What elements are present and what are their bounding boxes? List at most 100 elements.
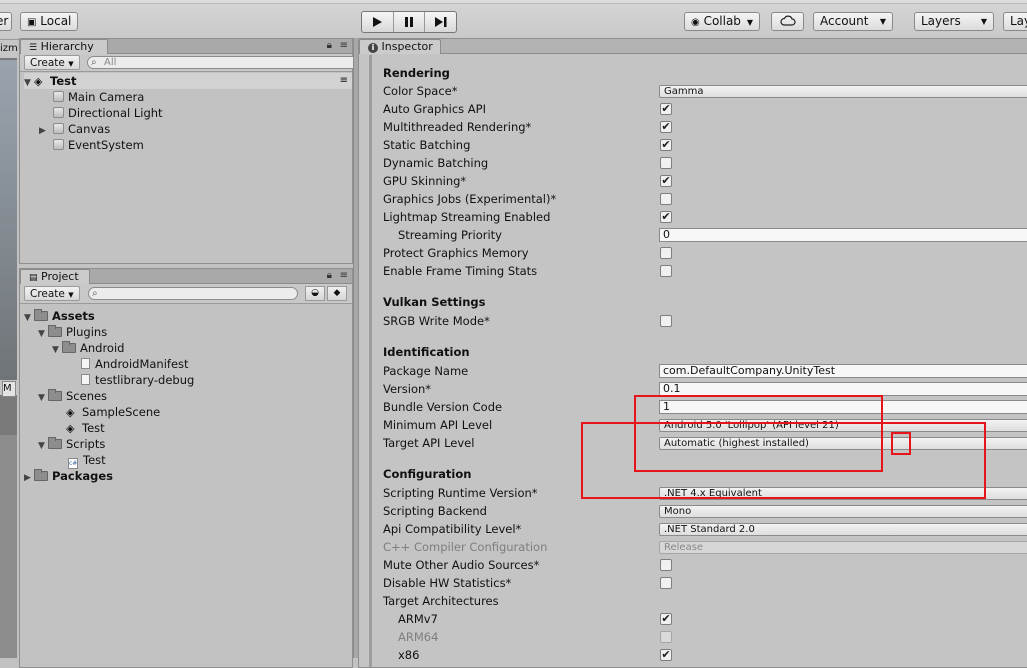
lightmap-streaming-label: Lightmap Streaming Enabled <box>383 210 551 224</box>
hierarchy-search-input[interactable]: ⌕ All <box>87 56 374 69</box>
tree-item-directional-light[interactable]: Directional Light <box>53 105 163 121</box>
cloud-button[interactable] <box>771 12 804 31</box>
dynamic-batching-label: Dynamic Batching <box>383 156 489 170</box>
gpu-skinning-checkbox[interactable]: ✔ <box>660 175 672 187</box>
pause-button[interactable] <box>394 12 426 32</box>
scene-row[interactable]: ▼ ◈ Test ≡ <box>24 73 352 89</box>
panel-menu-icon[interactable]: ≡ <box>340 40 348 51</box>
hierarchy-panel: ☰ Hierarchy 🔒︎ ≡ Create ▼ ⌕ All ▼ ◈ Test ≡… <box>19 38 374 264</box>
streaming-priority-value: 0 <box>663 228 670 241</box>
project-create-button[interactable]: Create ▼ <box>24 286 80 301</box>
checkmark-icon: ✔ <box>661 612 671 625</box>
collapsed-triangle-icon[interactable]: ▶ <box>24 470 34 486</box>
tab-inspector[interactable]: i Inspector <box>359 39 441 54</box>
disable-hw-stats-checkbox[interactable] <box>660 577 672 589</box>
tree-item-eventsystem[interactable]: EventSystem <box>53 137 144 153</box>
layers-dropdown[interactable]: Layers ▼ <box>914 12 994 31</box>
account-dropdown[interactable]: Account ▼ <box>813 12 893 31</box>
tree-item-test-scene[interactable]: ◈ Test <box>66 420 105 436</box>
chevron-down-icon: ▼ <box>980 17 987 26</box>
package-name-field[interactable]: com.DefaultCompany.UnityTest <box>659 364 1027 378</box>
scene-menu-icon[interactable]: ≡ <box>340 73 348 89</box>
tree-item-canvas[interactable]: ▶ Canvas <box>39 121 110 137</box>
tree-item-scripts[interactable]: ▼ Scripts <box>38 436 105 452</box>
cloud-icon <box>779 15 796 26</box>
collab-button[interactable]: ◉ Collab ▼ <box>684 12 761 31</box>
filter-by-label-button[interactable]: ◆ <box>327 286 347 301</box>
unity-scene-icon: ◈ <box>66 406 75 419</box>
checkmark-icon: ✔ <box>661 120 671 133</box>
hierarchy-create-button[interactable]: Create ▼ <box>24 55 80 70</box>
color-space-dropdown[interactable]: Gamma <box>659 85 1027 98</box>
lock-icon[interactable]: 🔒︎ <box>327 270 332 281</box>
tree-item-samplescene[interactable]: ◈ SampleScene <box>66 404 160 420</box>
expanded-triangle-icon: ▼ <box>38 393 45 403</box>
tree-item-packages[interactable]: ▶ Packages <box>24 468 113 484</box>
srgb-write-mode-checkbox[interactable] <box>660 315 672 327</box>
lock-icon[interactable]: 🔒︎ <box>327 40 332 51</box>
step-button[interactable] <box>425 12 456 32</box>
create-label: Create <box>30 57 65 69</box>
tab-hierarchy[interactable]: ☰ Hierarchy <box>20 39 108 54</box>
tree-item-plugins[interactable]: ▼ Plugins <box>38 324 107 340</box>
scene-gizmos-stub[interactable]: izm <box>0 40 18 58</box>
annotation-box-target-runtime <box>581 422 986 499</box>
api-compatibility-dropdown[interactable]: .NET Standard 2.0 <box>659 523 1027 536</box>
main-toolbar: er ▣ Local ◉ Collab ▼ Account ▼ Layers ▼ La… <box>0 0 1027 40</box>
filter-by-type-button[interactable]: ◒ <box>305 286 325 301</box>
tree-item-testlibrary[interactable]: testlibrary-debug <box>81 372 194 388</box>
x86-checkbox[interactable]: ✔ <box>660 649 672 661</box>
tree-item-test-script[interactable]: c# Test <box>68 452 106 469</box>
play-button[interactable] <box>362 12 394 32</box>
project-search-input[interactable]: ⌕ <box>88 287 298 300</box>
local-toggle[interactable]: ▣ Local <box>20 12 79 31</box>
tree-item-assets[interactable]: ▼ Assets <box>24 308 95 324</box>
lightmap-streaming-checkbox[interactable]: ✔ <box>660 211 672 223</box>
scene-view-edge[interactable]: izm M <box>0 40 18 658</box>
rendering-header: Rendering <box>383 66 450 80</box>
dynamic-batching-checkbox[interactable] <box>660 157 672 169</box>
graphics-jobs-label: Graphics Jobs (Experimental)* <box>383 192 557 206</box>
package-name-label: Package Name <box>383 364 469 378</box>
item-label: Test <box>83 453 106 467</box>
item-label: Assets <box>52 309 95 323</box>
folder-tab-icon: ▤ <box>29 273 38 283</box>
protect-graphics-memory-checkbox[interactable] <box>660 247 672 259</box>
layout-dropdown[interactable]: Lay <box>1003 12 1027 31</box>
target-architectures-label: Target Architectures <box>383 594 499 608</box>
tab-project[interactable]: ▤ Project <box>20 269 90 284</box>
cpp-compiler-config-value: Release <box>664 542 704 553</box>
folder-icon <box>48 389 62 401</box>
static-batching-checkbox[interactable]: ✔ <box>660 139 672 151</box>
mute-audio-checkbox[interactable] <box>660 559 672 571</box>
graphics-jobs-checkbox[interactable] <box>660 193 672 205</box>
pivot-toggle-stub[interactable]: er <box>0 12 12 31</box>
streaming-priority-field[interactable]: 0 <box>659 228 1027 242</box>
auto-graphics-api-checkbox[interactable]: ✔ <box>660 103 672 115</box>
search-icon: ⌕ <box>92 288 98 299</box>
panel-menu-icon[interactable]: ≡ <box>340 270 348 281</box>
tree-item-android-manifest[interactable]: AndroidManifest <box>81 356 189 372</box>
game-view-stub[interactable]: M <box>2 381 16 397</box>
item-label: Packages <box>52 469 113 483</box>
frame-timing-checkbox[interactable] <box>660 265 672 277</box>
armv7-checkbox[interactable]: ✔ <box>660 613 672 625</box>
folder-icon <box>34 469 48 481</box>
checkmark-icon: ✔ <box>661 174 671 187</box>
tree-item-scenes[interactable]: ▼ Scenes <box>38 388 107 404</box>
tree-item-android[interactable]: ▼ Android <box>52 340 124 356</box>
layout-label: Lay <box>1010 14 1027 28</box>
version-field[interactable]: 0.1 <box>659 382 1027 396</box>
item-label: Scripts <box>66 437 106 451</box>
x86-label: x86 <box>398 648 420 662</box>
multithreaded-label: Multithreaded Rendering* <box>383 120 532 134</box>
multithreaded-checkbox[interactable]: ✔ <box>660 121 672 133</box>
scripting-backend-dropdown[interactable]: Mono <box>659 505 1027 518</box>
item-label: SampleScene <box>82 405 161 419</box>
inspector-tab-label: Inspector <box>381 40 433 53</box>
minimum-api-level-label: Minimum API Level <box>383 418 493 432</box>
hierarchy-tab-label: Hierarchy <box>40 40 94 53</box>
collapsed-triangle-icon[interactable]: ▶ <box>39 123 49 139</box>
project-tab-label: Project <box>41 270 79 283</box>
tree-item-main-camera[interactable]: Main Camera <box>53 89 144 105</box>
